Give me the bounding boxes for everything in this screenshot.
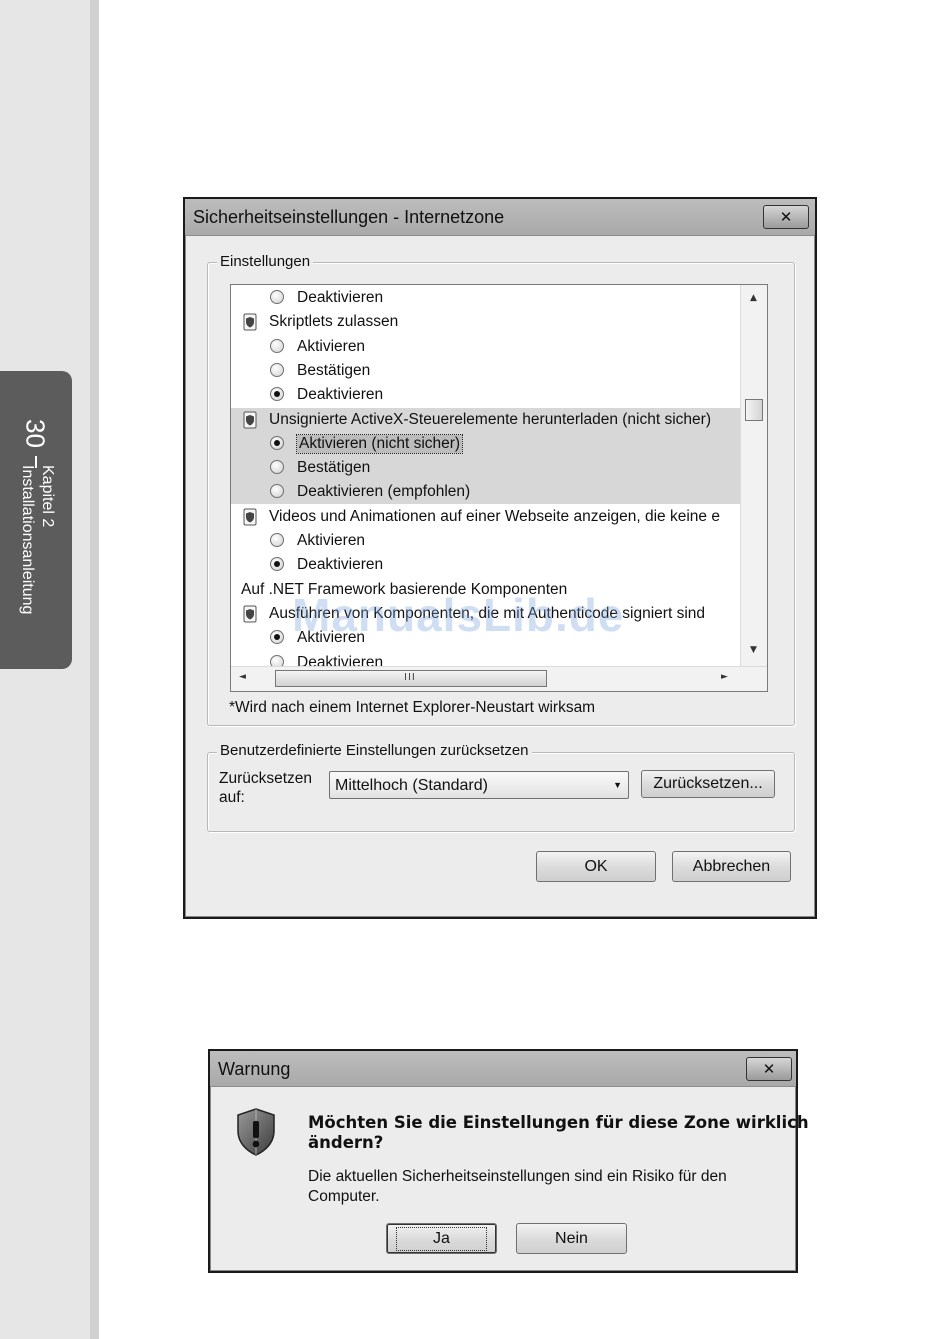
dialog-title: Sicherheitseinstellungen - Internetzone	[193, 207, 505, 227]
yes-button-label: Ja	[396, 1226, 487, 1251]
close-icon: ✕	[762, 1060, 776, 1078]
setting-option[interactable]: Deaktivieren	[231, 286, 741, 310]
warning-question: Möchten Sie die Einstellungen für diese …	[308, 1113, 809, 1153]
horizontal-scrollbar[interactable]: ◄ III ►	[231, 666, 767, 691]
setting-option[interactable]: Bestätigen	[231, 456, 741, 481]
settings-group-label: Einstellungen	[217, 253, 314, 270]
reset-to-label-line2: auf:	[219, 789, 245, 806]
horizontal-scroll-thumb[interactable]: III	[275, 670, 547, 687]
setting-option[interactable]: Aktivieren	[231, 335, 741, 359]
setting-option[interactable]: Deaktivieren (empfohlen)	[231, 480, 741, 505]
chapter-subtitle: Installationsanleitung	[19, 465, 36, 615]
setting-option-label: Aktivieren	[297, 337, 366, 355]
cancel-button-label: Abbrechen	[692, 857, 771, 875]
setting-option[interactable]: Aktivieren	[231, 529, 741, 553]
setting-option-label: Aktivieren (nicht sicher)	[295, 433, 464, 454]
radio-unchecked[interactable]	[270, 362, 284, 377]
watermark: ManualsLib.de	[292, 589, 625, 641]
reset-level-select[interactable]: Mittelhoch (Standard) ▼	[329, 771, 629, 799]
chevron-down-icon: ▼	[613, 780, 622, 790]
setting-option-label: Bestätigen	[297, 361, 371, 379]
setting-header: Skriptlets zulassen	[231, 310, 741, 334]
setting-option-label: Aktivieren	[297, 532, 366, 549]
reset-level-value: Mittelhoch (Standard)	[335, 777, 488, 794]
setting-option[interactable]: Deaktivieren	[231, 383, 741, 407]
setting-option[interactable]: Deaktivieren	[231, 651, 741, 668]
radio-unchecked[interactable]	[270, 484, 284, 499]
security-shield-icon	[237, 1108, 275, 1156]
setting-header-label: Skriptlets zulassen	[269, 313, 399, 331]
shield-icon	[243, 508, 257, 526]
reset-group-label: Benutzerdefinierte Einstellungen zurücks…	[217, 742, 532, 759]
warning-close-button[interactable]: ✕	[746, 1057, 792, 1081]
scroll-grip-icon: III	[404, 672, 416, 683]
scroll-right-icon[interactable]: ►	[721, 672, 728, 682]
vertical-scrollbar[interactable]: ▲ ▼	[740, 285, 767, 667]
setting-header: Unsignierte ActiveX-Steuerelemente herun…	[231, 407, 741, 432]
setting-option-label: Deaktivieren	[297, 556, 384, 574]
setting-option[interactable]: Deaktivieren	[231, 553, 741, 577]
reset-button[interactable]: Zurücksetzen...	[641, 770, 775, 798]
radio-unchecked[interactable]	[270, 290, 284, 304]
radio-checked[interactable]	[270, 630, 284, 645]
warning-detail-line2: Computer.	[308, 1188, 380, 1205]
setting-header: Videos und Animationen auf einer Webseit…	[231, 505, 741, 529]
setting-option[interactable]: Aktivieren (nicht sicher)	[231, 431, 741, 456]
setting-option-label: Deaktivieren	[297, 653, 384, 668]
ok-button[interactable]: OK	[536, 851, 656, 882]
scroll-left-icon[interactable]: ◄	[239, 672, 246, 682]
radio-unchecked[interactable]	[270, 533, 284, 547]
ok-button-label: OK	[584, 857, 608, 875]
setting-option-label: Bestätigen	[297, 459, 371, 477]
warning-title: Warnung	[218, 1059, 291, 1079]
warning-question-line1: Möchten Sie die Einstellungen für diese …	[308, 1113, 809, 1132]
cancel-button[interactable]: Abbrechen	[672, 851, 791, 882]
chapter-title: Kapitel 2	[39, 465, 56, 528]
reset-button-label: Zurücksetzen...	[653, 775, 763, 792]
warning-question-line2: ändern?	[308, 1133, 384, 1152]
reset-to-label-line1: Zurücksetzen	[219, 770, 313, 787]
setting-option[interactable]: Bestätigen	[231, 359, 741, 383]
page-number: 30	[20, 419, 51, 448]
warning-title-bar: Warnung ✕	[210, 1051, 796, 1087]
no-button-label: Nein	[555, 1229, 588, 1247]
close-button[interactable]: ✕	[763, 205, 809, 229]
page-margin-edge	[90, 0, 99, 1339]
title-bar: Sicherheitseinstellungen - Internetzone …	[185, 199, 815, 236]
yes-button[interactable]: Ja	[386, 1223, 497, 1254]
close-icon: ✕	[779, 208, 793, 226]
shield-icon	[243, 313, 257, 331]
vertical-scroll-thumb[interactable]	[745, 399, 763, 421]
scroll-down-icon[interactable]: ▼	[750, 645, 757, 655]
radio-checked[interactable]	[270, 387, 284, 402]
warning-detail-line1: Die aktuellen Sicherheitseinstellungen s…	[308, 1168, 727, 1185]
restart-note: *Wird nach einem Internet Explorer-Neust…	[229, 699, 596, 716]
reset-to-label: Zurücksetzen auf:	[219, 769, 312, 807]
setting-option-label: Deaktivieren	[297, 386, 384, 404]
radio-unchecked[interactable]	[270, 460, 284, 475]
radio-checked[interactable]	[270, 435, 284, 450]
setting-option-label: Deaktivieren (empfohlen)	[297, 483, 471, 501]
setting-header-label: Videos und Animationen auf einer Webseit…	[269, 507, 720, 525]
setting-option-label: Deaktivieren	[297, 289, 384, 306]
no-button[interactable]: Nein	[516, 1223, 627, 1254]
security-settings-dialog: Sicherheitseinstellungen - Internetzone …	[183, 197, 817, 919]
scroll-up-icon[interactable]: ▲	[750, 293, 757, 303]
radio-checked[interactable]	[270, 557, 284, 572]
warning-dialog: Warnung ✕ Möchten Sie die Einstellungen …	[208, 1049, 809, 1273]
component-icon	[243, 605, 257, 623]
shield-icon	[243, 411, 257, 428]
setting-header-label: Unsignierte ActiveX-Steuerelemente herun…	[269, 410, 711, 428]
warning-detail: Die aktuellen Sicherheitseinstellungen s…	[308, 1167, 727, 1207]
radio-unchecked[interactable]	[270, 338, 284, 353]
chapter-label: Kapitel 2 Installationsanleitung	[17, 465, 57, 695]
